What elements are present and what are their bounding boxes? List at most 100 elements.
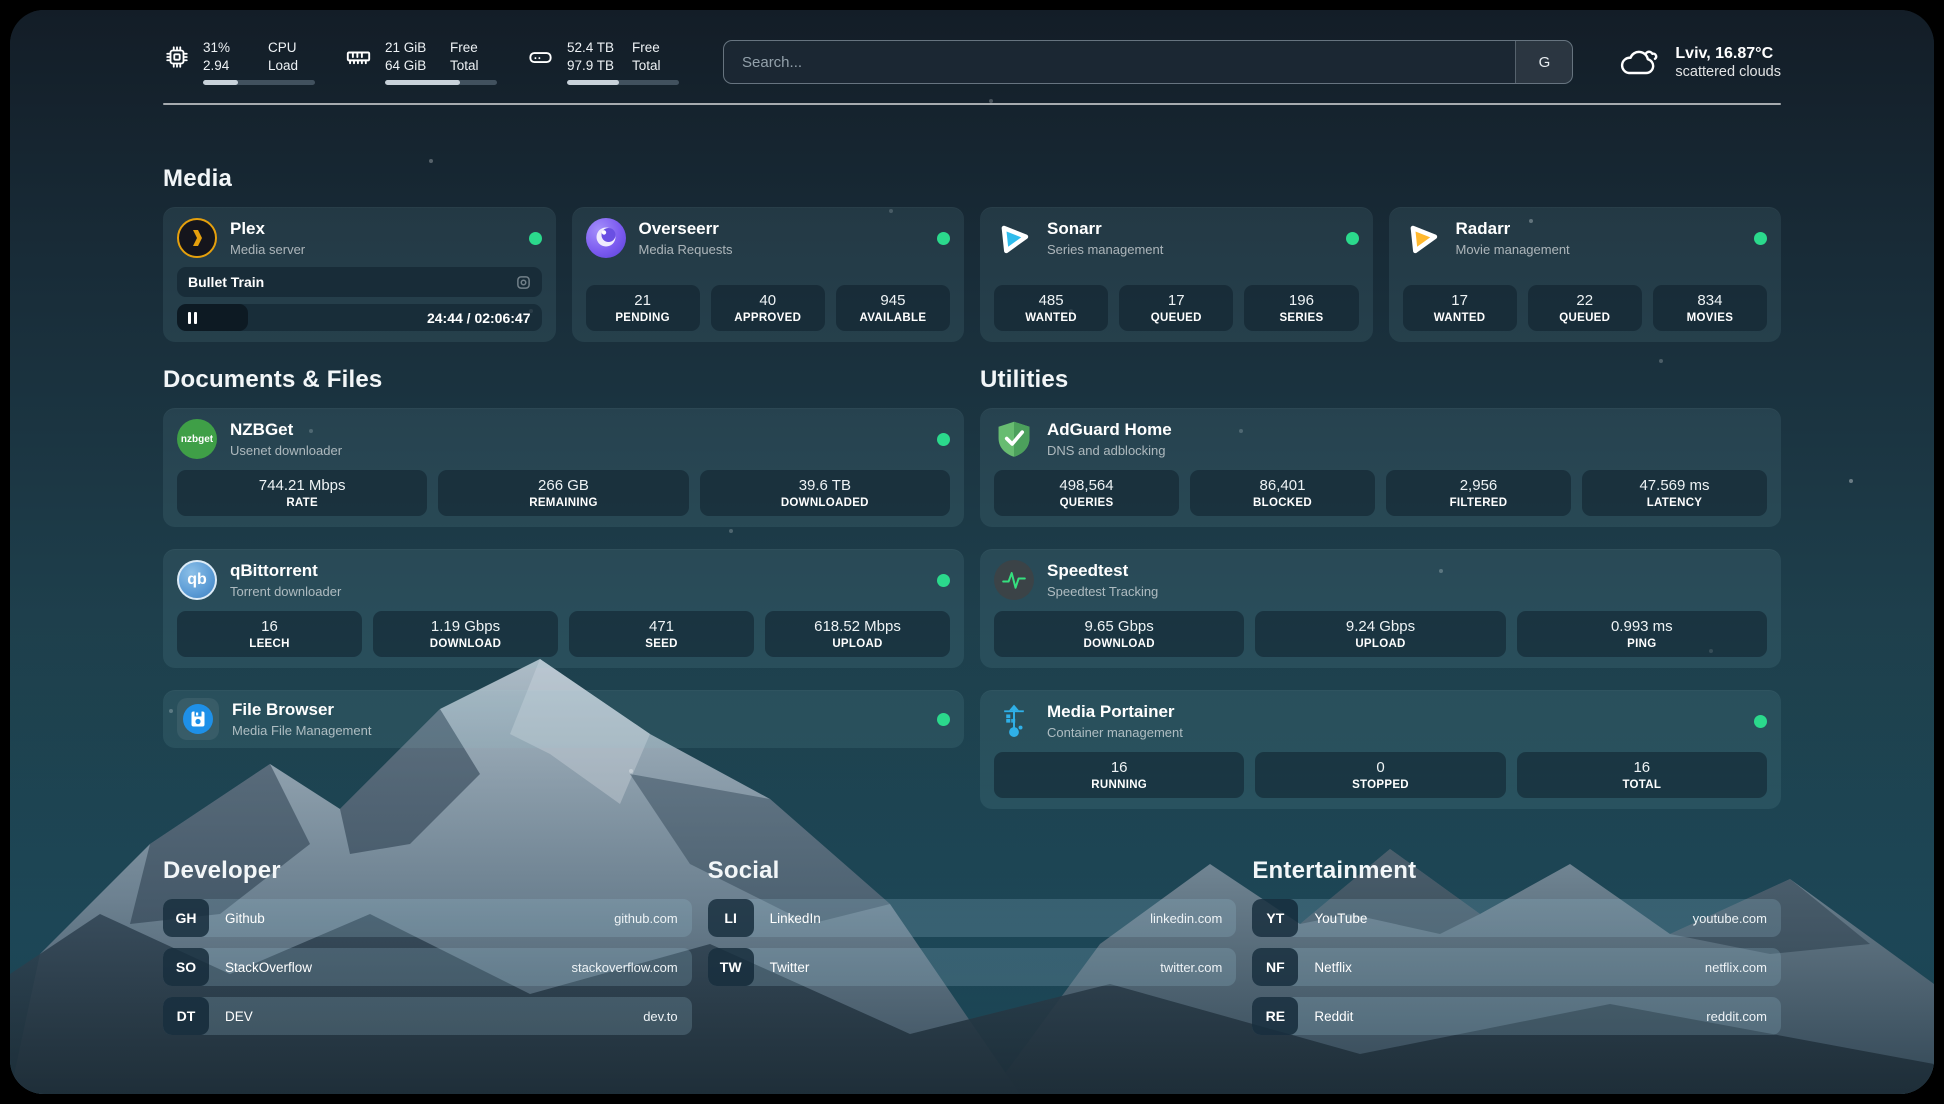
adguard-icon — [994, 419, 1034, 459]
portainer-stat-total: 16TOTAL — [1517, 752, 1767, 798]
cpu-load-value: 2.94 — [203, 57, 255, 75]
portainer-stat-running: 16RUNNING — [994, 752, 1244, 798]
filebrowser-name: File Browser — [232, 700, 371, 720]
filebrowser-card[interactable]: File Browser Media File Management — [163, 690, 964, 748]
top-bar: 31% 2.94 CPU Load — [163, 36, 1781, 88]
cpu-usage-value: 31% — [203, 39, 255, 57]
youtube-abbr-chip: YT — [1252, 899, 1298, 937]
radarr-stat-wanted: 17WANTED — [1403, 285, 1517, 331]
speedtest-stat-ping: 0.993 msPING — [1517, 611, 1767, 657]
pause-button[interactable] — [188, 312, 197, 324]
nzbget-stat-remaining: 266 GBREMAINING — [438, 470, 688, 516]
ram-total-value: 64 GiB — [385, 57, 437, 75]
radarr-icon — [1403, 218, 1443, 258]
developer-links-section: Developer GH Github github.com SO StackO… — [163, 857, 692, 1035]
overseerr-name: Overseerr — [639, 219, 733, 239]
qbittorrent-card[interactable]: qb qBittorrent Torrent downloader 16LEEC… — [163, 549, 964, 668]
twitter-abbr-chip: TW — [708, 948, 754, 986]
weather-widget[interactable]: Lviv, 16.87°C scattered clouds — [1619, 44, 1781, 81]
adguard-name: AdGuard Home — [1047, 420, 1172, 440]
qbittorrent-name: qBittorrent — [230, 561, 341, 581]
documents-section-heading: Documents & Files — [163, 366, 964, 394]
speedtest-subtitle: Speedtest Tracking — [1047, 584, 1158, 599]
overseerr-subtitle: Media Requests — [639, 242, 733, 257]
entertainment-links-section: Entertainment YT YouTube youtube.com NF … — [1252, 857, 1781, 1035]
portainer-stat-stopped: 0STOPPED — [1255, 752, 1505, 798]
plex-time: 24:44 / 02:06:47 — [427, 310, 531, 326]
disk-stat-group: 52.4 TB 97.9 TB Free Total — [527, 39, 679, 86]
speedtest-card[interactable]: Speedtest Speedtest Tracking 9.65 GbpsDO… — [980, 549, 1781, 668]
filebrowser-subtitle: Media File Management — [232, 723, 371, 738]
speedtest-name: Speedtest — [1047, 561, 1158, 581]
portainer-subtitle: Container management — [1047, 725, 1183, 740]
radarr-card[interactable]: Radarr Movie management 17WANTED 22QUEUE… — [1389, 207, 1782, 342]
overseerr-stat-pending: 21PENDING — [586, 285, 700, 331]
developer-heading: Developer — [163, 857, 692, 885]
portainer-status-dot — [1754, 715, 1767, 728]
link-stackoverflow[interactable]: SO StackOverflow stackoverflow.com — [163, 948, 692, 986]
memory-stat-group: 21 GiB 64 GiB Free Total — [345, 39, 497, 86]
nzbget-card[interactable]: nzbget NZBGet Usenet downloader 744.21 M… — [163, 408, 964, 527]
search-engine-button[interactable]: G — [1515, 41, 1572, 83]
link-twitter[interactable]: TW Twitter twitter.com — [708, 948, 1237, 986]
overseerr-card[interactable]: Overseerr Media Requests 21PENDING 40APP… — [572, 207, 965, 342]
cloud-icon — [1619, 45, 1661, 79]
filebrowser-status-dot — [937, 713, 950, 726]
plex-icon — [177, 218, 217, 258]
adguard-card[interactable]: AdGuard Home DNS and adblocking 498,564Q… — [980, 408, 1781, 527]
qbittorrent-stat-seed: 471SEED — [569, 611, 754, 657]
linkedin-abbr-chip: LI — [708, 899, 754, 937]
speedtest-stat-download: 9.65 GbpsDOWNLOAD — [994, 611, 1244, 657]
qbittorrent-icon: qb — [177, 560, 217, 600]
disk-total-label: Total — [632, 57, 661, 75]
nzbget-stat-rate: 744.21 MbpsRATE — [177, 470, 427, 516]
adguard-stat-latency: 47.569 msLATENCY — [1582, 470, 1767, 516]
qbittorrent-status-dot — [937, 574, 950, 587]
overseerr-icon — [586, 218, 626, 258]
reddit-abbr-chip: RE — [1252, 997, 1298, 1035]
link-linkedin[interactable]: LI LinkedIn linkedin.com — [708, 899, 1237, 937]
disk-icon — [527, 43, 554, 70]
github-abbr-chip: GH — [163, 899, 209, 937]
disk-free-label: Free — [632, 39, 661, 57]
media-section-heading: Media — [163, 165, 1781, 193]
ram-free-label: Free — [450, 39, 479, 57]
media-card-row: Plex Media server Bullet Train — [163, 207, 1781, 342]
link-github[interactable]: GH Github github.com — [163, 899, 692, 937]
disk-progress-bar — [567, 80, 679, 85]
cpu-progress-bar — [203, 80, 315, 85]
stackoverflow-abbr-chip: SO — [163, 948, 209, 986]
weather-location-temp: Lviv, 16.87°C — [1675, 44, 1781, 65]
sonarr-stat-series: 196SERIES — [1244, 285, 1358, 331]
nzbget-stat-downloaded: 39.6 TBDOWNLOADED — [700, 470, 950, 516]
social-heading: Social — [708, 857, 1237, 885]
search-input[interactable] — [724, 41, 1515, 83]
plex-name: Plex — [230, 219, 305, 239]
nzbget-status-dot — [937, 433, 950, 446]
sonarr-card[interactable]: Sonarr Series management 485WANTED 17QUE… — [980, 207, 1373, 342]
plex-now-playing-title: Bullet Train — [188, 274, 264, 290]
plex-card[interactable]: Plex Media server Bullet Train — [163, 207, 556, 342]
cpu-usage-label: CPU — [268, 39, 298, 57]
netflix-abbr-chip: NF — [1252, 948, 1298, 986]
sonarr-stat-queued: 17QUEUED — [1119, 285, 1233, 331]
sonarr-name: Sonarr — [1047, 219, 1163, 239]
speedtest-icon — [994, 560, 1034, 600]
link-dev[interactable]: DT DEV dev.to — [163, 997, 692, 1035]
video-camera-icon[interactable] — [516, 275, 531, 290]
qbittorrent-stat-upload: 618.52 MbpsUPLOAD — [765, 611, 950, 657]
overseerr-status-dot — [937, 232, 950, 245]
link-reddit[interactable]: RE Reddit reddit.com — [1252, 997, 1781, 1035]
plex-status-dot — [529, 232, 542, 245]
disk-total-value: 97.9 TB — [567, 57, 619, 75]
radarr-stat-queued: 22QUEUED — [1528, 285, 1642, 331]
weather-condition: scattered clouds — [1675, 64, 1781, 80]
radarr-subtitle: Movie management — [1456, 242, 1570, 257]
link-youtube[interactable]: YT YouTube youtube.com — [1252, 899, 1781, 937]
portainer-card[interactable]: Media Portainer Container management 16R… — [980, 690, 1781, 809]
sonarr-stat-wanted: 485WANTED — [994, 285, 1108, 331]
social-links-section: Social LI LinkedIn linkedin.com TW Twitt… — [708, 857, 1237, 1035]
dashboard-window: 31% 2.94 CPU Load — [10, 10, 1934, 1094]
disk-free-value: 52.4 TB — [567, 39, 619, 57]
link-netflix[interactable]: NF Netflix netflix.com — [1252, 948, 1781, 986]
